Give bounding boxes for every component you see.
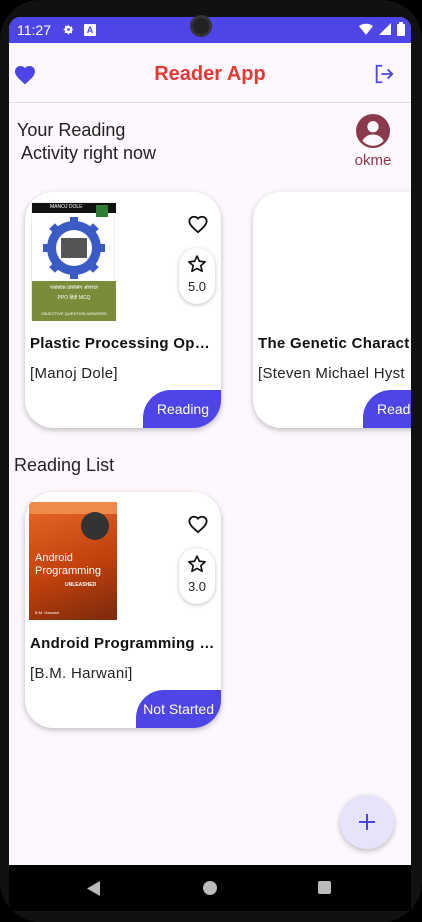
book-author: [Manoj Dole] (30, 365, 118, 382)
app-screen: 11:27 A Reader App Your Reading Activity… (9, 17, 411, 865)
cover-header-text: MANOJ DOLE (50, 204, 83, 210)
logout-icon[interactable] (373, 63, 395, 90)
cover-subtitle-text: PPO हिंदी MCQ (57, 295, 91, 301)
add-icon (359, 813, 375, 830)
home-icon[interactable] (203, 881, 217, 895)
top-app-bar: Reader App (9, 43, 411, 103)
reading-activity-heading: Your Reading Activity right now (17, 119, 156, 165)
rating-value: 3.0 (187, 579, 207, 594)
reading-status-button[interactable]: Reading (142, 390, 221, 428)
cover-caption-text: प्लास्टिक प्रोसेसिंग ऑपरेटर (49, 285, 99, 291)
book-card[interactable]: Android Programming UNLEASHED B.M. Harwa… (25, 492, 221, 728)
star-icon (188, 255, 206, 273)
cover-author-text: B.M. Harwani (35, 610, 60, 615)
book-title: Android Programming … (30, 635, 215, 652)
rating-value: 5.0 (187, 279, 207, 294)
book-card[interactable]: The Genetic Charact [Steven Michael Hyst… (253, 192, 411, 428)
favorite-heart-icon[interactable] (187, 214, 209, 239)
system-navigation-bar (9, 865, 411, 911)
cover-subtitle-text: UNLEASHED (65, 582, 97, 588)
book-title: Plastic Processing Ope… (30, 335, 218, 352)
status-time: 11:27 (17, 22, 51, 38)
add-book-button[interactable] (340, 795, 394, 849)
battery-icon (397, 22, 405, 36)
front-camera (190, 15, 212, 37)
star-icon (188, 555, 206, 573)
rating-badge: 5.0 (179, 248, 215, 304)
recents-icon[interactable] (318, 881, 331, 894)
book-title: The Genetic Charact (258, 335, 410, 352)
back-icon[interactable] (87, 881, 101, 896)
book-author: [B.M. Harwani] (30, 665, 133, 682)
reading-status-button[interactable]: Read (363, 390, 411, 428)
app-title: Reader App (154, 63, 266, 85)
reading-list-heading: Reading List (14, 455, 115, 475)
settings-icon (62, 23, 75, 39)
cover-logo-icon (96, 205, 108, 217)
reading-activity-line2: Activity right now (17, 143, 157, 163)
favorite-heart-icon[interactable] (187, 514, 209, 539)
keyboard-indicator-icon: A (84, 24, 96, 36)
device-frame: 11:27 A Reader App Your Reading Activity… (0, 0, 422, 922)
book-cover: Android Programming UNLEASHED B.M. Harwa… (29, 502, 117, 620)
cover-title-text: Android Programming (35, 552, 102, 577)
reading-activity-line1: Your Reading (17, 120, 126, 140)
rating-badge: 3.0 (179, 548, 215, 604)
status-icons (359, 22, 405, 36)
gear-emblem-icon (43, 217, 105, 279)
book-author: [Steven Michael Hyst (258, 365, 405, 382)
reading-status-button[interactable]: Not Started (136, 690, 221, 728)
wifi-icon (359, 23, 373, 35)
book-card[interactable]: MANOJ DOLE प्लास्टिक प्रोसेसिंग ऑपरेटर P… (25, 192, 221, 428)
profile-button[interactable]: okme (351, 114, 395, 169)
cover-footer-text: OBJECTIVE QUESTION ANSWERS (41, 311, 107, 316)
cover-badge-icon (81, 512, 109, 540)
cellular-icon (379, 23, 391, 35)
book-cover: MANOJ DOLE प्लास्टिक प्रोसेसिंग ऑपरेटर P… (31, 202, 116, 321)
account-circle-icon (356, 114, 390, 148)
profile-name: okme (354, 152, 392, 169)
